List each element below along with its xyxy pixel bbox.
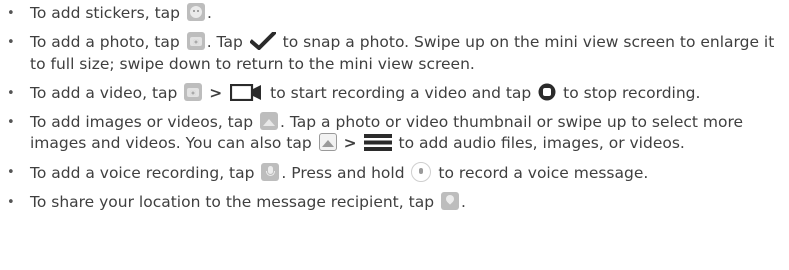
camera-icon [186, 32, 205, 50]
bullet: • [7, 85, 15, 101]
list-item-voice: • To add a voice recording, tap . Press … [0, 162, 789, 185]
item-text: to add audio files, images, or videos. [398, 134, 685, 152]
item-text: To share your location to the message re… [30, 193, 435, 211]
list-item-images: • To add images or videos, tap . Tap a p… [0, 111, 789, 155]
item-text: To add a voice recording, tap [30, 164, 255, 182]
item-text: To add stickers, tap [30, 4, 181, 22]
item-text: . Tap [206, 33, 243, 51]
item-text: to record a voice message. [438, 164, 649, 182]
bullet: • [7, 6, 15, 21]
item-text: to start recording a video and tap [270, 83, 532, 102]
item-text: to stop recording. [563, 83, 701, 102]
microphone-icon [261, 163, 280, 181]
bullet: • [7, 195, 15, 210]
bullet: • [7, 114, 15, 130]
list-item-video: • To add a video, tap > to start recordi… [0, 82, 789, 105]
bullet: • [7, 35, 15, 50]
checkmark-icon [249, 32, 276, 50]
item-text: To add a photo, tap [30, 33, 180, 51]
sticker-icon [186, 3, 205, 21]
list-item-stickers: • To add stickers, tap . [0, 3, 789, 25]
list-item-location: • To share your location to the message … [0, 192, 789, 214]
instruction-list: • To add stickers, tap . • To add a phot… [0, 0, 789, 214]
separator-arrow: > [343, 134, 357, 152]
list-item-photo: • To add a photo, tap . Tap to snap a ph… [0, 32, 789, 75]
item-text: . Press and hold [281, 164, 405, 182]
video-camera-icon [230, 83, 262, 101]
item-text: To add images or videos, tap [30, 112, 254, 131]
menu-icon [363, 134, 392, 151]
separator-arrow: > [209, 83, 223, 102]
item-text: . [460, 193, 466, 211]
item-text: . [206, 4, 212, 22]
record-voice-icon [411, 162, 432, 182]
location-pin-icon [440, 192, 459, 210]
camera-icon [184, 82, 203, 101]
stop-record-icon [538, 83, 556, 100]
bullet: • [7, 165, 15, 180]
item-text: To add a video, tap [30, 83, 178, 102]
gallery-icon [260, 111, 279, 130]
gallery-icon [318, 133, 337, 151]
